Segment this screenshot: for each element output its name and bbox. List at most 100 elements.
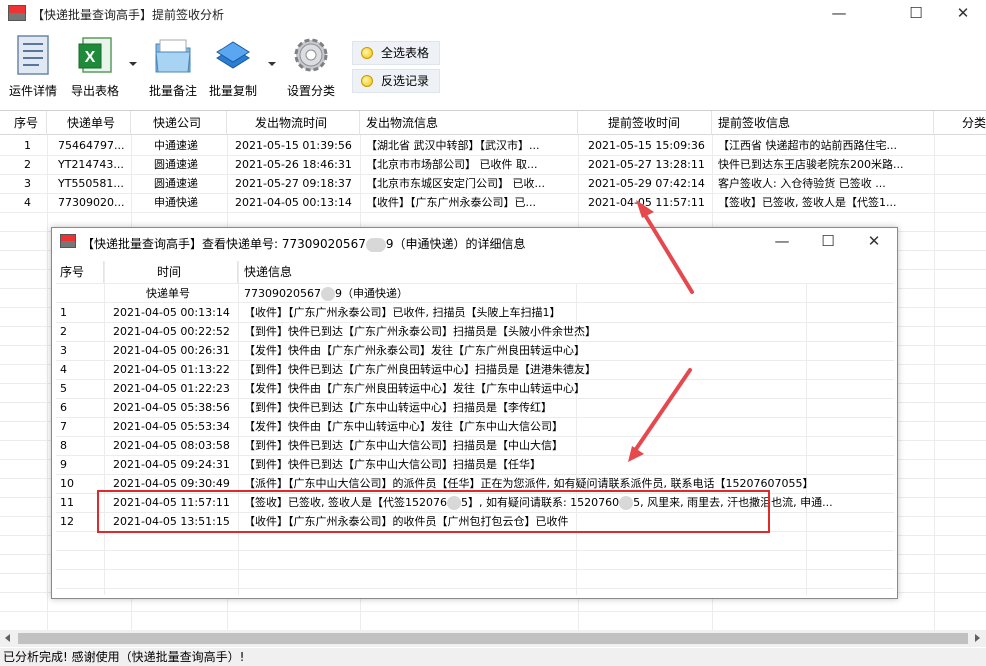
- column-header[interactable]: 序号: [56, 261, 104, 283]
- row-index: 5: [60, 382, 67, 395]
- grid-line: [56, 550, 894, 551]
- export-table-label: 导出表格: [70, 84, 119, 98]
- scroll-right-icon[interactable]: [975, 634, 980, 642]
- table-row[interactable]: 3 2021-04-05 00:26:31 【发件】快件由【广东广州永泰公司】发…: [56, 341, 894, 360]
- dialog-minimize-button[interactable]: —: [759, 230, 805, 254]
- tracking-number: 75464797...: [58, 139, 125, 152]
- select-all-label: 全选表格: [381, 46, 430, 60]
- column-header[interactable]: 快递公司: [131, 111, 227, 135]
- batch-copy-button[interactable]: 批量复制: [206, 34, 260, 99]
- export-dropdown-icon[interactable]: [129, 62, 137, 66]
- tracking-suffix: 9（申通快递）: [334, 287, 408, 300]
- row-index: 2: [60, 325, 67, 338]
- svg-text:X: X: [85, 49, 96, 66]
- column-header[interactable]: 序号: [0, 111, 47, 135]
- column-header[interactable]: 时间: [104, 261, 238, 283]
- scrollbar-thumb[interactable]: [18, 633, 968, 644]
- row-index: 3: [24, 177, 31, 190]
- event-info: 【到件】快件已到达【广东中山大信公司】扫描员是【任华】: [244, 458, 541, 471]
- table-row[interactable]: 3 YT550581... 圆通速递 2021-05-27 09:18:37 【…: [0, 174, 986, 193]
- dispatch-time: 2021-05-26 18:46:31: [235, 158, 352, 171]
- column-header[interactable]: 快递信息: [238, 261, 894, 283]
- row-index: 3: [60, 344, 67, 357]
- export-table-button[interactable]: X 导出表格: [68, 34, 122, 99]
- row-index: 1: [60, 306, 67, 319]
- row-index: 12: [60, 515, 74, 528]
- row-index: 6: [60, 401, 67, 414]
- column-header[interactable]: 提前签收时间: [578, 111, 712, 135]
- event-info: 【发件】快件由【广东中山转运中心】发往【广东中山大信公司】: [244, 420, 563, 433]
- dialog-maximize-button[interactable]: ☐: [805, 230, 851, 254]
- column-header[interactable]: 快递单号: [47, 111, 131, 135]
- row-index: 4: [24, 196, 31, 209]
- minimize-button[interactable]: —: [816, 2, 862, 26]
- dialog-title-prefix: 【快递批量查询高手】查看快递单号: 77309020567: [82, 237, 366, 251]
- title-bar: 【快递批量查询高手】提前签收分析 — ☐ ✕: [0, 0, 986, 28]
- excel-icon: X: [75, 34, 115, 76]
- dialog-close-button[interactable]: ✕: [851, 230, 897, 254]
- invert-select-button[interactable]: 反选记录: [352, 69, 440, 93]
- table-row[interactable]: 9 2021-04-05 09:24:31 【到件】快件已到达【广东中山大信公司…: [56, 455, 894, 474]
- column-header[interactable]: 发出物流时间: [227, 111, 360, 135]
- dispatch-info: 【收件】【广东广州永泰公司】已...: [366, 196, 536, 209]
- event-time: 2021-04-05 01:22:23: [113, 382, 230, 395]
- event-time: 2021-04-05 05:38:56: [113, 401, 230, 414]
- select-all-button[interactable]: 全选表格: [352, 41, 440, 65]
- dialog-title-bar: 【快递批量查询高手】查看快递单号: 77309020567 9（申通快递）的详细信…: [52, 228, 897, 256]
- event-info: 【到件】快件已到达【广东广州永泰公司】扫描员是【头陂小件余世杰】: [244, 325, 596, 338]
- bulb-icon: [361, 75, 373, 87]
- set-category-button[interactable]: 设置分类: [284, 34, 338, 99]
- column-header[interactable]: 提前签收信息: [712, 111, 934, 135]
- set-category-label: 设置分类: [286, 84, 335, 98]
- event-time: 2021-04-05 08:03:58: [113, 439, 230, 452]
- grid-line: [56, 569, 894, 570]
- grid-line: [0, 212, 986, 213]
- table-row[interactable]: 5 2021-04-05 01:22:23 【发件】快件由【广东广州良田转运中心…: [56, 379, 894, 398]
- dialog-title: 【快递批量查询高手】查看快递单号: 77309020567 9（申通快递）的详细信…: [82, 235, 525, 252]
- table-row[interactable]: 7 2021-04-05 05:53:34 【发件】快件由【广东中山转运中心】发…: [56, 417, 894, 436]
- column-header[interactable]: 发出物流信息: [360, 111, 578, 135]
- horizontal-scrollbar[interactable]: [0, 630, 986, 647]
- table-row[interactable]: 2 YT214743... 圆通速递 2021-05-26 18:46:31 【…: [0, 155, 986, 174]
- early-sign-info: 【江西省 快递超市的站前西路住宅...: [718, 139, 897, 152]
- table-row[interactable]: 6 2021-04-05 05:38:56 【到件】快件已到达【广东中山转运中心…: [56, 398, 894, 417]
- status-bar: 已分析完成! 感谢使用（快递批量查询高手）!: [0, 648, 986, 666]
- early-sign-info: 快件已到达东王店骏老院东200米路...: [718, 158, 904, 171]
- row-index: 9: [60, 458, 67, 471]
- dispatch-info: 【湖北省 武汉中转部】【武汉市】...: [366, 139, 540, 152]
- table-row[interactable]: 8 2021-04-05 08:03:58 【到件】快件已到达【广东中山大信公司…: [56, 436, 894, 455]
- detail-table[interactable]: 序号 时间 快递信息 快递单号 77309020567 9（申通快递） 1 202…: [56, 261, 894, 595]
- dispatch-info: 【北京市市场部公司】 已收件 取...: [366, 158, 538, 171]
- courier: 申通快递: [154, 196, 198, 209]
- dispatch-time: 2021-04-05 00:13:14: [235, 196, 352, 209]
- batch-note-button[interactable]: 批量备注: [146, 34, 200, 99]
- table-row[interactable]: 1 2021-04-05 00:13:14 【收件】【广东广州永泰公司】已收件,…: [56, 303, 894, 322]
- event-info: 【收件】【广东广州永泰公司】已收件, 扫描员【头陂上车扫描1】: [244, 306, 561, 319]
- redaction-blur: [365, 237, 386, 252]
- row-index: 10: [60, 477, 74, 490]
- event-time: 2021-04-05 00:22:52: [113, 325, 230, 338]
- event-info: 【到件】快件已到达【广东广州良田转运中心】扫描员是【进港朱德友】: [244, 363, 596, 376]
- table-row[interactable]: 1 75464797... 中通速递 2021-05-15 01:39:56 【…: [0, 136, 986, 155]
- row-index: 4: [60, 363, 67, 376]
- table-row[interactable]: 4 2021-04-05 01:13:22 【到件】快件已到达【广东广州良田转运…: [56, 360, 894, 379]
- bulb-icon: [361, 47, 373, 59]
- close-button[interactable]: ✕: [940, 2, 986, 26]
- shipment-detail-label: 运件详情: [8, 84, 57, 98]
- grid-line: [56, 588, 894, 589]
- copy-icon: [213, 34, 253, 76]
- shipment-detail-button[interactable]: 运件详情: [6, 34, 60, 99]
- copy-dropdown-icon[interactable]: [268, 62, 276, 66]
- table-row[interactable]: 2 2021-04-05 00:22:52 【到件】快件已到达【广东广州永泰公司…: [56, 322, 894, 341]
- grid-line: [0, 611, 986, 612]
- table-header: 序号 快递单号 快递公司 发出物流时间 发出物流信息 提前签收时间 提前签收信息…: [0, 111, 986, 135]
- maximize-button[interactable]: ☐: [893, 2, 939, 26]
- scroll-left-icon[interactable]: [5, 634, 10, 642]
- window-title: 【快递批量查询高手】提前签收分析: [32, 8, 225, 22]
- tracking-number: YT214743...: [58, 158, 124, 171]
- table-row[interactable]: 4 77309020... 申通快递 2021-04-05 00:13:14 【…: [0, 193, 986, 212]
- document-icon: [13, 34, 53, 76]
- app-icon: [60, 234, 76, 248]
- column-header[interactable]: 分类: [934, 111, 986, 135]
- folder-icon: [153, 34, 193, 76]
